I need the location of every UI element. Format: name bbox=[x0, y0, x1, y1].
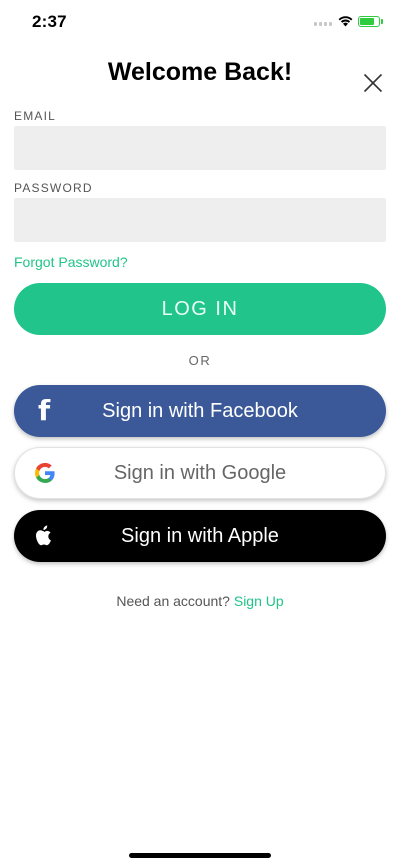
apple-signin-button[interactable]: Sign in with Apple bbox=[14, 510, 386, 562]
login-button[interactable]: LOG IN bbox=[14, 283, 386, 335]
home-indicator[interactable] bbox=[129, 853, 271, 858]
login-button-label: LOG IN bbox=[161, 297, 239, 320]
email-label: EMAIL bbox=[14, 109, 57, 123]
signal-icon bbox=[314, 22, 332, 26]
facebook-icon: f bbox=[38, 394, 51, 427]
apple-signin-label: Sign in with Apple bbox=[121, 524, 279, 547]
password-label: PASSWORD bbox=[14, 181, 93, 195]
or-divider: OR bbox=[188, 353, 212, 368]
status-time: 2:37 bbox=[32, 12, 67, 31]
signup-prompt-text: Need an account? bbox=[116, 593, 230, 609]
battery-level bbox=[360, 18, 374, 25]
battery-icon bbox=[358, 16, 380, 27]
close-icon[interactable] bbox=[363, 73, 383, 93]
battery-cap bbox=[381, 19, 383, 24]
signup-prompt: Need an account? Sign Up bbox=[0, 593, 400, 609]
status-bar: 2:37 bbox=[0, 0, 400, 44]
google-signin-label: Sign in with Google bbox=[113, 461, 287, 484]
google-icon bbox=[33, 461, 57, 485]
email-field[interactable] bbox=[14, 126, 386, 170]
signup-link[interactable]: Sign Up bbox=[234, 593, 284, 609]
page-title: Welcome Back! bbox=[107, 58, 293, 86]
forgot-password-link[interactable]: Forgot Password? bbox=[14, 254, 128, 270]
wifi-icon bbox=[338, 16, 353, 27]
facebook-signin-label: Sign in with Facebook bbox=[102, 399, 298, 422]
password-field[interactable] bbox=[14, 198, 386, 242]
apple-icon bbox=[34, 524, 54, 548]
facebook-signin-button[interactable]: f Sign in with Facebook bbox=[14, 385, 386, 437]
google-signin-button[interactable]: Sign in with Google bbox=[14, 447, 386, 499]
